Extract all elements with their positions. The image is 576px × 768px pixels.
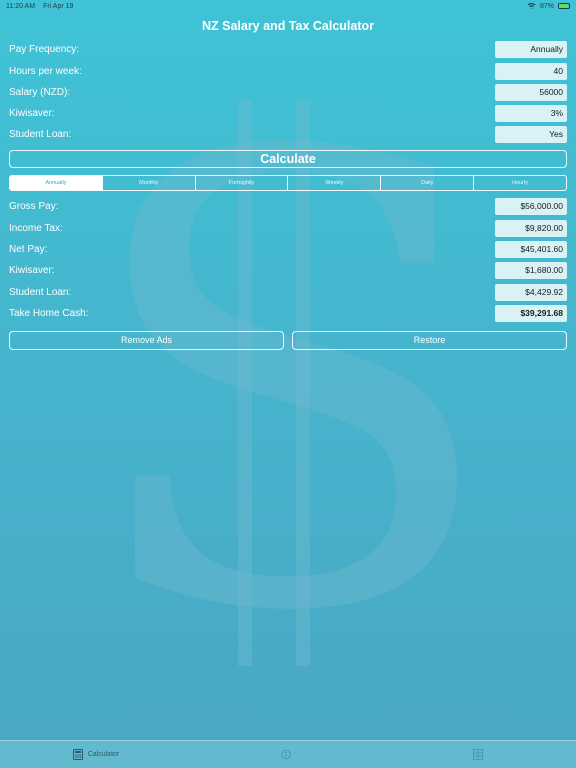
net-pay-row: Net Pay: $45,401.60	[9, 241, 567, 258]
hours-per-week-field[interactable]: 40	[495, 63, 567, 80]
tab-hourly[interactable]: Hourly	[473, 176, 566, 190]
tab-fortnightly[interactable]: Fortnightly	[194, 176, 288, 190]
remove-ads-button[interactable]: Remove Ads	[9, 331, 284, 350]
restore-button[interactable]: Restore	[292, 331, 567, 350]
wifi-icon	[527, 2, 536, 11]
tab-bar-info[interactable]	[192, 741, 384, 768]
tab-bar-table[interactable]	[384, 741, 576, 768]
tab-monthly[interactable]: Monthly	[101, 176, 195, 190]
net-pay-value: $45,401.60	[495, 241, 567, 258]
gross-pay-value: $56,000.00	[495, 198, 567, 215]
student-loan-result-label: Student Loan:	[9, 287, 72, 298]
tab-annually[interactable]: Annually	[10, 176, 102, 190]
kiwisaver-result-value: $1,680.00	[495, 262, 567, 279]
svg-text:S: S	[78, 80, 503, 680]
gross-pay-row: Gross Pay: $56,000.00	[9, 198, 567, 215]
salary-field[interactable]: 56000	[495, 84, 567, 101]
income-tax-label: Income Tax:	[9, 223, 63, 234]
info-icon	[280, 749, 291, 760]
kiwisaver-result-label: Kiwisaver:	[9, 265, 55, 276]
gross-pay-label: Gross Pay:	[9, 201, 59, 212]
student-loan-field[interactable]: Yes	[495, 126, 567, 143]
tab-bar-calculator[interactable]: Calculator	[0, 741, 192, 768]
kiwisaver-field[interactable]: 3%	[495, 105, 567, 122]
tab-daily[interactable]: Daily	[380, 176, 473, 190]
income-tax-row: Income Tax: $9,820.00	[9, 220, 567, 237]
calculate-button[interactable]: Calculate	[9, 150, 567, 168]
bottom-tab-bar: Calculator	[0, 740, 576, 768]
pay-frequency-label: Pay Frequency:	[9, 44, 80, 55]
kiwisaver-result-row: Kiwisaver: $1,680.00	[9, 262, 567, 279]
take-home-cash-row: Take Home Cash: $39,291.68	[9, 305, 567, 322]
page-title: NZ Salary and Tax Calculator	[201, 19, 375, 33]
pay-frequency-row: Pay Frequency: Annually	[9, 41, 567, 58]
table-icon	[472, 749, 483, 760]
kiwisaver-row: Kiwisaver: 3%	[9, 105, 567, 122]
student-loan-row: Student Loan: Yes	[9, 126, 567, 143]
take-home-cash-value: $39,291.68	[495, 305, 567, 322]
status-date: Fri Apr 19	[43, 2, 74, 10]
pay-frequency-field[interactable]: Annually	[495, 41, 567, 58]
battery-percent: 87%	[539, 2, 554, 10]
tab-weekly[interactable]: Weekly	[287, 176, 380, 190]
student-loan-label: Student Loan:	[9, 129, 72, 140]
net-pay-label: Net Pay:	[9, 244, 48, 255]
period-segmented-control: Annually Monthly Fortnightly Weekly Dail…	[9, 175, 567, 191]
hours-per-week-label: Hours per week:	[9, 66, 82, 77]
status-bar: 11:20 AM Fri Apr 19 87%	[0, 0, 576, 12]
dollar-sign-background: S	[78, 80, 503, 680]
take-home-cash-label: Take Home Cash:	[9, 308, 89, 319]
tab-bar-calculator-label: Calculator	[87, 751, 120, 758]
hours-per-week-row: Hours per week: 40	[9, 63, 567, 80]
status-time: 11:20 AM	[6, 2, 36, 10]
salary-row: Salary (NZD): 56000	[9, 84, 567, 101]
salary-label: Salary (NZD):	[9, 87, 71, 98]
calculator-icon	[72, 749, 83, 760]
student-loan-result-row: Student Loan: $4,429.92	[9, 284, 567, 301]
income-tax-value: $9,820.00	[495, 220, 567, 237]
kiwisaver-label: Kiwisaver:	[9, 108, 55, 119]
battery-icon	[558, 3, 570, 9]
student-loan-result-value: $4,429.92	[495, 284, 567, 301]
